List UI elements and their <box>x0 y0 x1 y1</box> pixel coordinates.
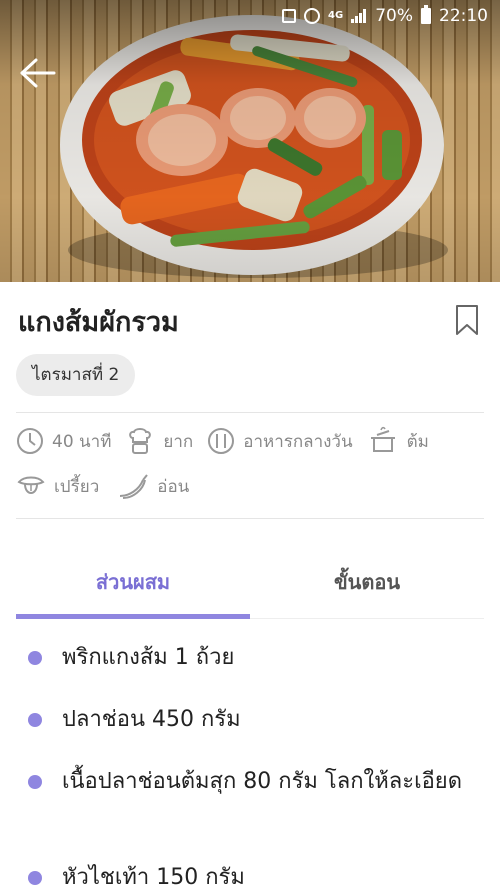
tab-steps[interactable]: ขั้นตอน <box>250 566 484 598</box>
chef-hat-icon <box>129 428 152 454</box>
meta-time: 40 นาที <box>16 427 111 455</box>
signal-icon <box>351 9 367 23</box>
list-item: เนื้อปลาช่อนต้มสุก 80 กรัม โลกให้ละเอียด <box>28 762 478 802</box>
meta-taste: เปรี้ยว <box>16 472 99 500</box>
list-item: หัวไชเท้า 150 กรัม <box>28 858 478 889</box>
list-item: พริกแกงส้ม 1 ถ้วย <box>28 638 478 678</box>
recipe-title: แกงส้มผักรวม <box>18 307 179 338</box>
meta-difficulty: ยาก <box>125 426 193 456</box>
network-type: 4G <box>328 10 344 21</box>
battery-icon <box>421 5 431 24</box>
bullet-dot <box>28 775 42 789</box>
bookmark-icon[interactable] <box>455 304 479 336</box>
back-arrow-icon[interactable] <box>18 56 58 90</box>
bullet-dot <box>28 651 42 665</box>
divider <box>16 412 484 413</box>
tongue-icon <box>17 476 45 494</box>
bullet-dot <box>28 871 42 885</box>
meta-method: ต้ม <box>367 426 429 456</box>
sync-notification-icon <box>282 9 297 23</box>
chili-icon <box>120 474 149 499</box>
list-item: ปลาช่อน 450 กรัม <box>28 700 478 740</box>
clock: 22:10 <box>439 6 488 26</box>
active-tab-indicator <box>16 614 250 619</box>
plate-cutlery-icon <box>208 428 235 454</box>
status-bar: 4G 70% 22:10 <box>0 0 500 32</box>
quarter-tag[interactable]: ไตรมาสที่ 2 <box>16 354 136 396</box>
alarm-icon <box>304 8 321 24</box>
recipe-hero-image <box>0 0 500 282</box>
divider <box>16 518 484 519</box>
battery-percent: 70% <box>375 6 413 26</box>
clock-icon <box>17 428 43 454</box>
bullet-dot <box>28 713 42 727</box>
meta-meal: อาหารกลางวัน <box>207 427 353 455</box>
recipe-meta-row-1: 40 นาที ยาก อาหารกลางวัน ต้ม <box>16 426 429 456</box>
meta-spice: อ่อน <box>117 472 189 500</box>
tab-ingredients[interactable]: ส่วนผสม <box>16 566 250 598</box>
recipe-meta-row-2: เปรี้ยว อ่อน <box>16 472 189 500</box>
pot-icon <box>370 426 395 452</box>
